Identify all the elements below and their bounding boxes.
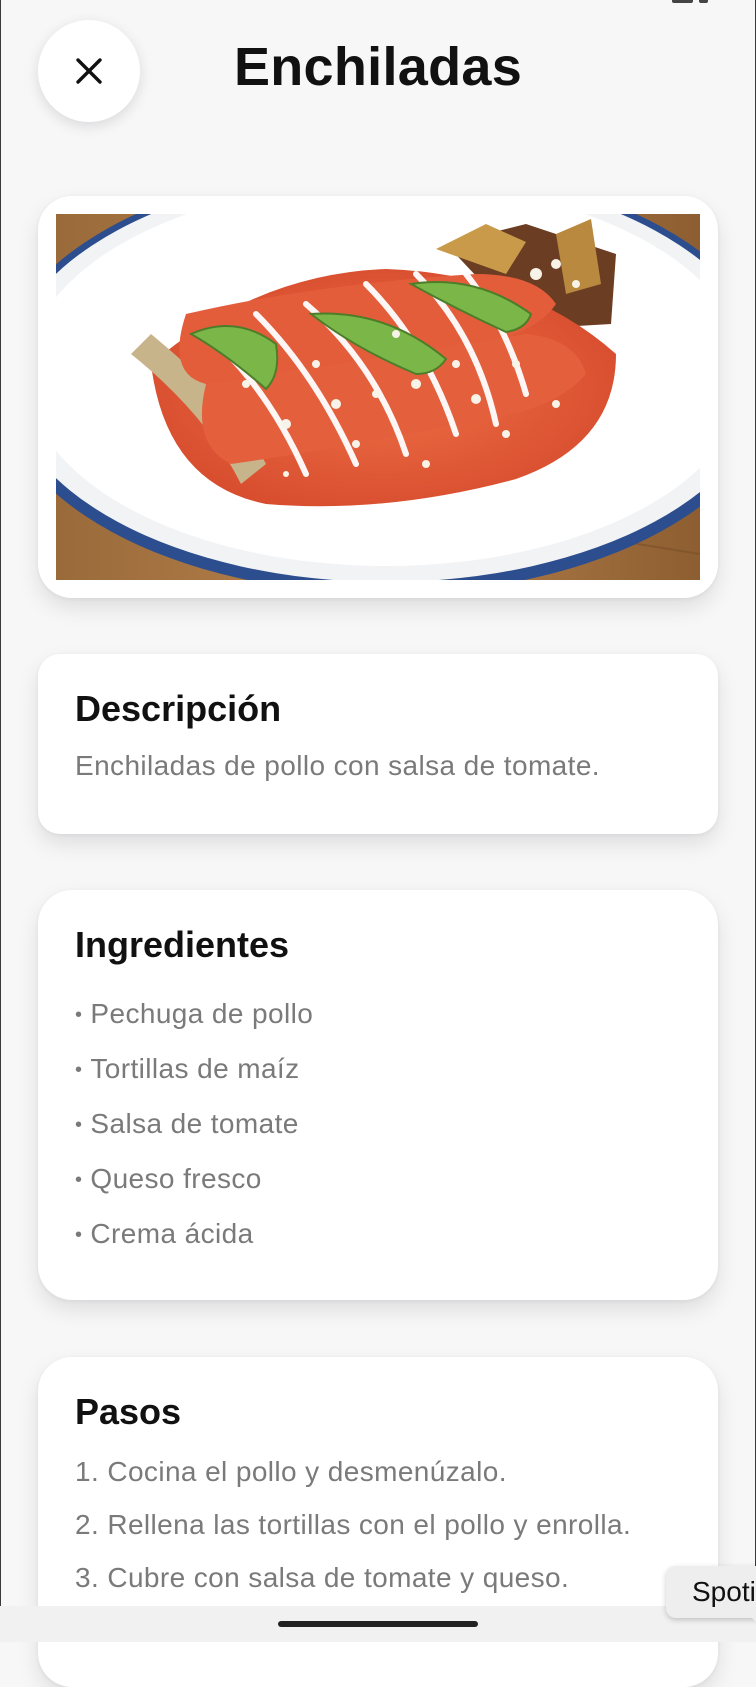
step-item: 1. Cocina el pollo y desmenúzalo. [75, 1456, 507, 1487]
navigation-bar [0, 1606, 756, 1642]
ingredients-heading: Ingredientes [75, 924, 290, 965]
steps-heading: Pasos [75, 1391, 182, 1432]
recipe-image-card [38, 196, 718, 598]
bullet-icon: • [75, 1114, 83, 1137]
bullet-icon: • [75, 1169, 83, 1192]
ingredient-item: • Tortillas de maíz [75, 1053, 300, 1084]
page-title: Enchiladas [233, 37, 523, 97]
toast-tail [750, 1616, 756, 1626]
bullet-icon: • [75, 1004, 83, 1027]
steps-list: 1. Cocina el pollo y desmenúzalo. 2. Rel… [75, 1445, 681, 1604]
step-item: 2. Rellena las tortillas con el pollo y … [75, 1509, 632, 1540]
description-text: Enchiladas de pollo con salsa de tomate. [75, 750, 600, 781]
bullet-icon: • [75, 1059, 83, 1082]
ingredient-item: • Pechuga de pollo [75, 998, 314, 1029]
ingredient-item: • Salsa de tomate [75, 1108, 299, 1139]
recipe-image [56, 214, 700, 580]
description-heading: Descripción [75, 688, 282, 729]
bullet-icon: • [75, 1224, 83, 1247]
ingredients-card: Ingredientes • Pechuga de pollo • Tortilla… [38, 890, 718, 1300]
step-item: 3. Cubre con salsa de tomate y queso. [75, 1562, 570, 1593]
description-card: Descripción Enchiladas de pollo con sals… [38, 654, 718, 834]
ingredients-list: • Pechuga de pollo • Tortillas de maíz • Sa… [75, 986, 681, 1261]
toast-tooltip[interactable]: Spoti [666, 1566, 756, 1618]
status-bar-fragment [672, 0, 708, 4]
frame-edge-left [0, 0, 1, 1642]
ingredient-item: • Crema ácida [75, 1218, 254, 1249]
home-handle[interactable] [278, 1621, 478, 1627]
ingredient-item: • Queso fresco [75, 1163, 262, 1194]
